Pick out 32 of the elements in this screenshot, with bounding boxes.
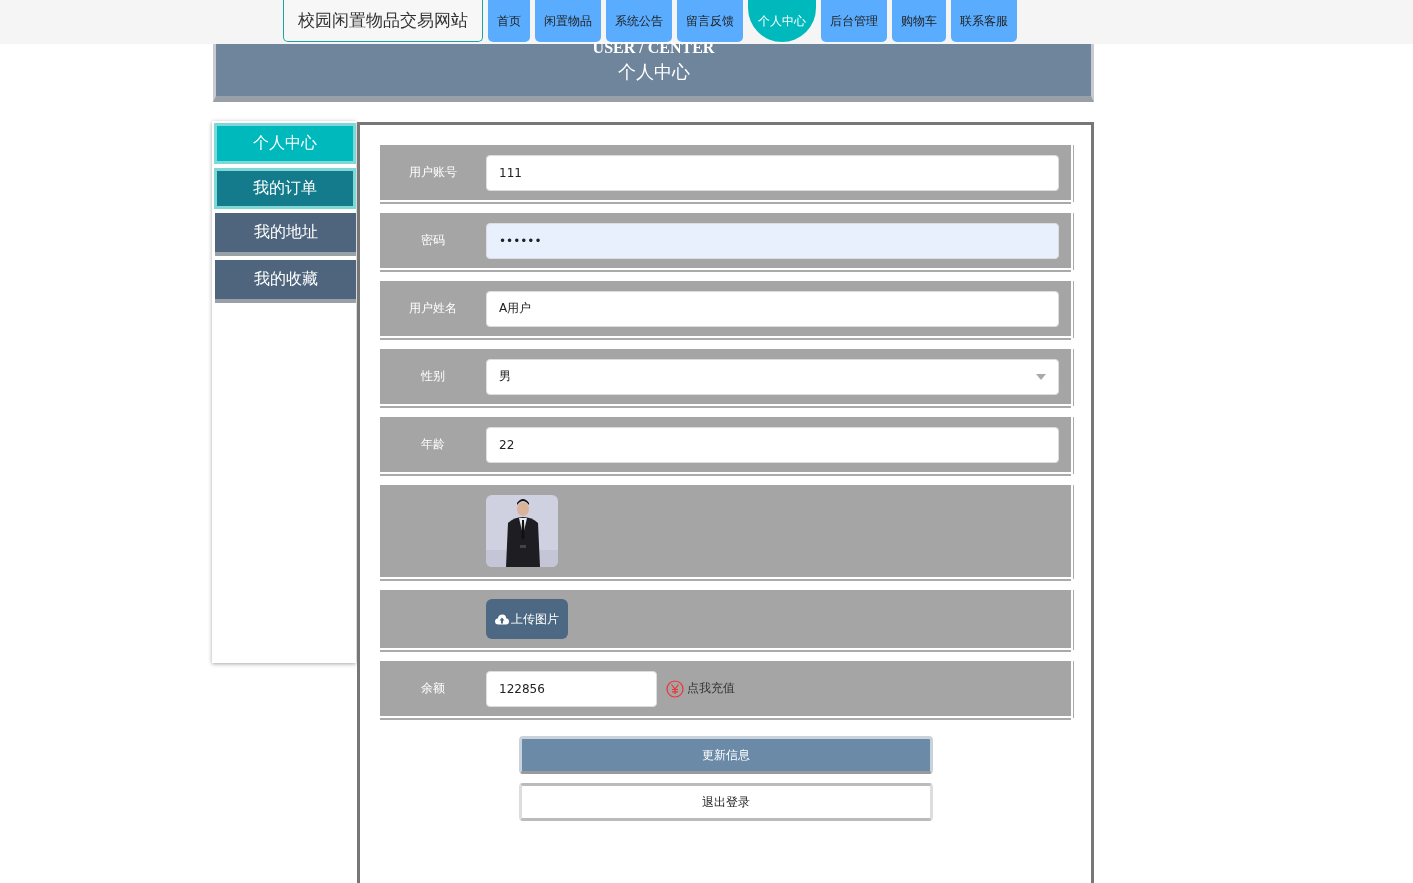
upload-button[interactable]: 上传图片	[486, 599, 568, 639]
sidebar-item[interactable]: 我的地址	[215, 213, 356, 256]
input-field[interactable]: 122856	[486, 670, 657, 707]
input-field[interactable]: 22	[486, 426, 1059, 463]
logout-button[interactable]: 退出登录	[518, 783, 933, 821]
input-field[interactable]: 111	[486, 154, 1059, 191]
cloud-upload-icon	[495, 613, 509, 625]
field-label: 年龄	[420, 436, 446, 453]
sidebar-item[interactable]: 我的订单	[214, 168, 356, 209]
banner-title: 个人中心	[617, 61, 690, 84]
password-field[interactable]: ••••••	[486, 222, 1059, 259]
nav-tab[interactable]: 留言反馈	[677, 0, 743, 42]
field-label: 余额	[420, 680, 446, 697]
nav-tab[interactable]: 购物车	[892, 0, 946, 42]
field-label: 用户姓名	[408, 300, 458, 317]
nav-tab[interactable]: 闲置物品	[535, 0, 601, 42]
field-label: 性别	[420, 368, 446, 385]
sidebar-item[interactable]: 我的收藏	[215, 260, 356, 303]
nav-tab[interactable]: 系统公告	[606, 0, 672, 42]
nav-tab[interactable]: 首页	[488, 0, 530, 42]
caret-icon	[1036, 373, 1046, 380]
nav-tab[interactable]: 后台管理	[821, 0, 887, 42]
field-label: 用户账号	[408, 164, 458, 181]
yen-icon	[666, 679, 684, 698]
input-field[interactable]: A用户	[486, 290, 1059, 327]
nav-tab[interactable]: 联系客服	[951, 0, 1017, 42]
select-field[interactable]: 男	[486, 358, 1059, 395]
banner-subtitle: USER / CENTER	[592, 40, 715, 56]
update-button[interactable]: 更新信息	[518, 736, 933, 774]
site-title: 校园闲置物品交易网站	[283, 0, 483, 42]
recharge-link[interactable]: 点我充值	[687, 680, 735, 697]
field-label: 密码	[420, 232, 446, 249]
